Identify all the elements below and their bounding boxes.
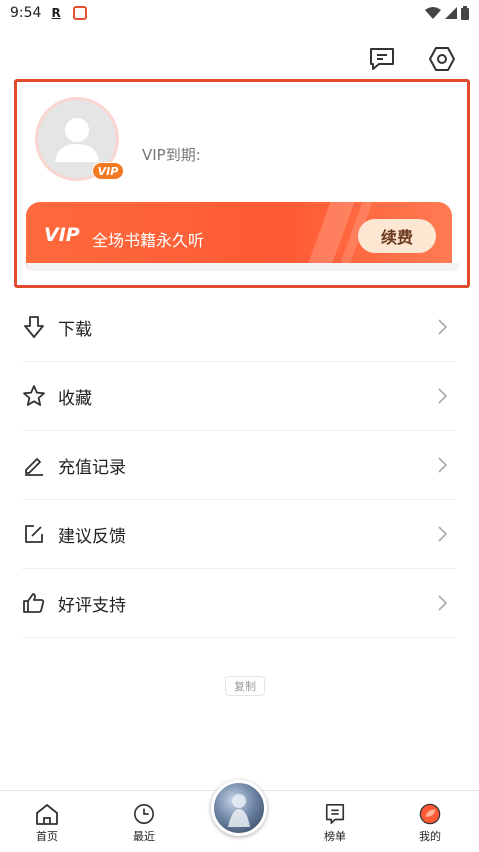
menu-item-recharge-history[interactable]: 充值记录 <box>22 431 456 500</box>
thumbs-up-icon <box>22 591 46 615</box>
carrier-icon: R <box>51 6 61 20</box>
download-icon <box>22 315 46 339</box>
menu-item-feedback[interactable]: 建议反馈 <box>22 500 456 569</box>
vip-badge: VIP <box>92 162 124 180</box>
message-button[interactable] <box>367 44 397 74</box>
menu-item-label: 收藏 <box>58 388 92 409</box>
chevron-right-icon <box>434 595 450 611</box>
nav-item-recent[interactable]: 最近 <box>114 803 174 844</box>
message-icon <box>370 48 394 70</box>
nav-item-mine[interactable]: 我的 <box>400 803 460 844</box>
nav-item-ranking[interactable]: 榜单 <box>305 803 365 844</box>
feedback-icon <box>22 522 46 546</box>
nav-item-home[interactable]: 首页 <box>17 803 77 844</box>
vip-banner[interactable]: VIP 全场书籍永久听 续费 <box>26 202 452 270</box>
chevron-right-icon <box>434 319 450 335</box>
status-bar: 9:54 R <box>0 0 479 26</box>
now-playing-disc[interactable] <box>211 780 267 836</box>
wifi-icon <box>425 7 441 19</box>
renew-button[interactable]: 续费 <box>358 219 436 253</box>
chevron-right-icon <box>434 388 450 404</box>
menu-item-label: 好评支持 <box>58 595 126 616</box>
menu-item-favorites[interactable]: 收藏 <box>22 362 456 431</box>
settings-hexagon-icon <box>429 47 455 71</box>
home-icon <box>36 804 58 825</box>
vip-logo: VIP <box>44 224 80 246</box>
edit-icon <box>22 453 46 477</box>
chevron-right-icon <box>434 526 450 542</box>
copy-button[interactable]: 复制 <box>225 676 265 696</box>
vip-banner-text: 全场书籍永久听 <box>92 231 205 250</box>
settings-button[interactable] <box>427 44 457 74</box>
menu-item-label: 下载 <box>58 319 92 340</box>
menu-item-label: 充值记录 <box>58 457 126 478</box>
list-icon <box>325 804 345 824</box>
status-icons <box>425 6 469 20</box>
nav-label: 最近 <box>133 830 155 843</box>
clock-icon <box>134 804 154 824</box>
nav-label: 首页 <box>36 830 58 843</box>
album-art-icon <box>228 794 250 827</box>
signal-icon <box>445 7 457 19</box>
vip-banner-base <box>26 263 460 271</box>
chevron-right-icon <box>434 457 450 473</box>
status-time: 9:54 <box>10 5 42 21</box>
notification-icon <box>72 6 87 20</box>
nav-label: 榜单 <box>324 830 346 843</box>
nav-label: 我的 <box>419 830 441 843</box>
menu-item-label: 建议反馈 <box>58 526 126 547</box>
vip-expire-label: VIP到期: <box>142 146 201 164</box>
profile-icon <box>419 803 441 825</box>
star-icon <box>22 384 46 408</box>
menu-item-download[interactable]: 下载 <box>22 293 456 362</box>
menu-item-rating-support[interactable]: 好评支持 <box>22 569 456 638</box>
battery-icon <box>461 6 469 20</box>
